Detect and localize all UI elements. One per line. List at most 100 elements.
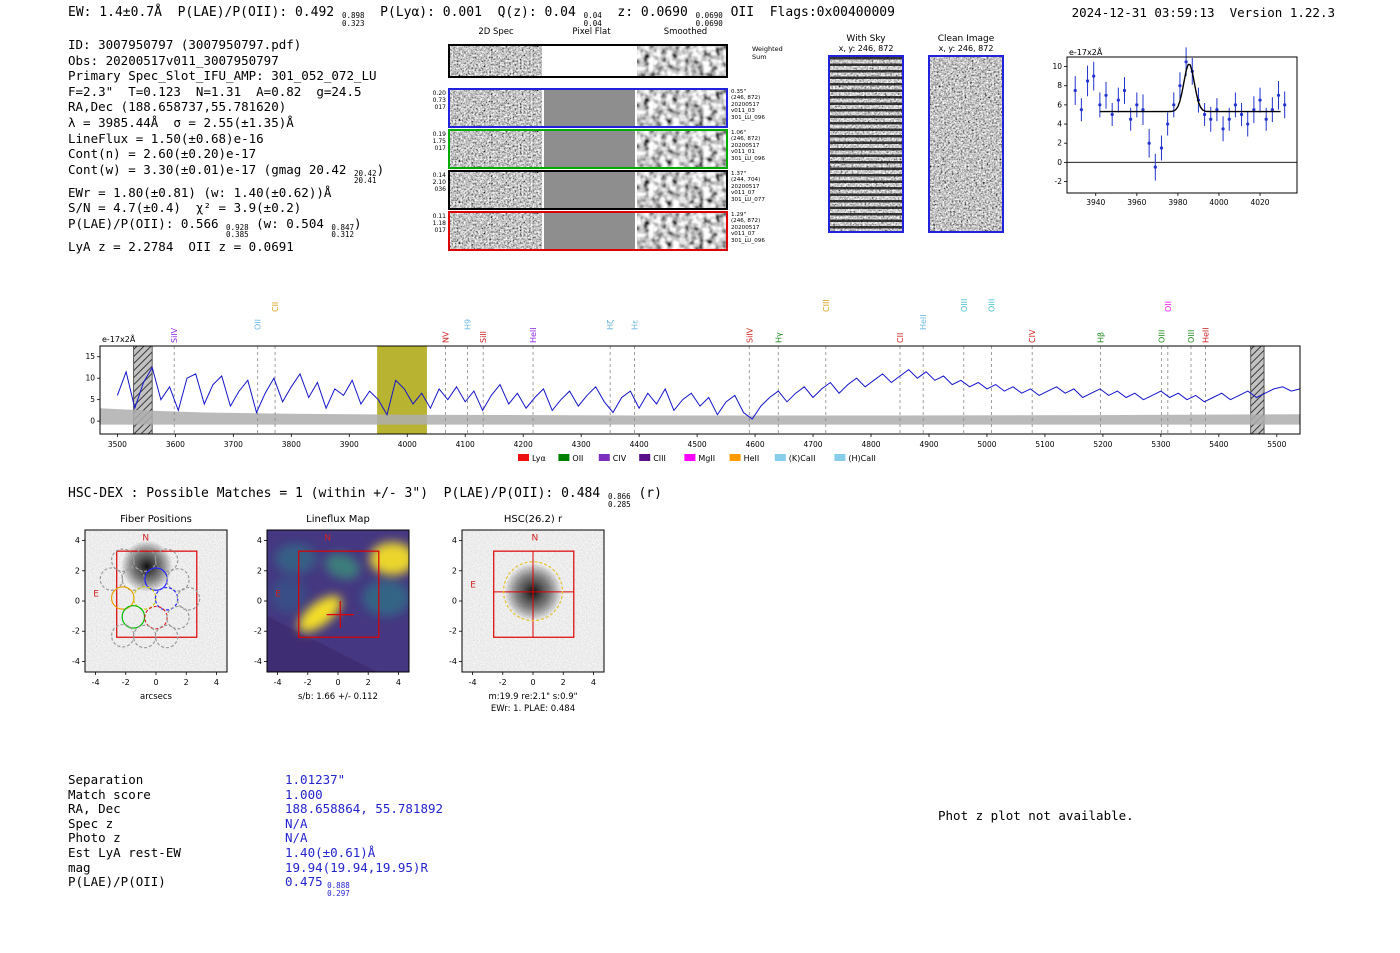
- mini-ytick: -4: [254, 657, 262, 666]
- mini-xtick: 0: [335, 678, 340, 687]
- mini-xtick: -2: [499, 678, 507, 687]
- clean-image-image: [928, 55, 1004, 233]
- compass-e: E: [275, 589, 281, 599]
- strip-images: [448, 129, 728, 169]
- match-value-text: 19.94(19.94,19.95)R: [285, 859, 428, 875]
- info-lo: 0.312: [331, 230, 354, 240]
- with-sky-panel: With Sky x, y: 246, 872: [828, 34, 904, 233]
- legend-swatch: [598, 454, 610, 461]
- fit-xtick: 4020: [1250, 198, 1269, 207]
- strip-left-value: 017: [434, 145, 446, 152]
- strip-left-value: 1.18: [432, 220, 446, 227]
- emission-line-label: SiIV: [745, 327, 754, 343]
- mini-xtick: 0: [153, 678, 158, 687]
- legend-label: OII: [572, 454, 583, 463]
- strip-left-value: 017: [434, 227, 446, 234]
- emission-line-label: CIII: [822, 299, 831, 312]
- fit-datapoint: [1092, 74, 1096, 78]
- with-sky-title: With Sky: [846, 34, 886, 44]
- fit-datapoint: [1178, 84, 1182, 88]
- emission-line-label: CII: [896, 333, 905, 343]
- strip-left-value: 0.20: [432, 90, 446, 97]
- cell-2d-spec: [450, 213, 542, 249]
- fit-ytick: 2: [1057, 139, 1062, 148]
- fit-datapoint: [1116, 98, 1120, 102]
- emission-line-label: OII: [1164, 301, 1173, 312]
- info-text: λ = 3985.44Å σ = 2.55(±1.35)Å: [68, 114, 294, 130]
- fit-xtick: 3980: [1168, 198, 1187, 207]
- cell-pixel-flat: [544, 213, 635, 249]
- mini-xtick: 2: [561, 678, 566, 687]
- info-lo: 0.385: [226, 230, 249, 240]
- strip-left-value: 036: [434, 186, 446, 193]
- info-line-0: ID: 3007950797 (3007950797.pdf): [68, 37, 384, 53]
- photz-unavailable-note: Phot z plot not available.: [938, 808, 1134, 823]
- match-label: RA, Dec: [68, 801, 121, 817]
- strip-left-value: 017: [434, 104, 446, 111]
- info-text: P(LAE)/P(OII): 0.566: [68, 215, 227, 231]
- strip-images: [448, 44, 728, 78]
- header-lo: 0.04: [583, 18, 602, 28]
- legend-label: CIV: [613, 454, 627, 463]
- fit-datapoint: [1221, 127, 1225, 131]
- spec-strip-row-2: 0.19 1.75 017 1.06" (246, 872) 20200517 v011_0…: [429, 129, 772, 169]
- info-text: (w: 0.504: [248, 215, 332, 231]
- match-label: P(LAE)/P(OII): [68, 874, 166, 890]
- mini-xtick: -4: [469, 678, 477, 687]
- info-text: RA,Dec (188.658737,55.781620): [68, 99, 287, 115]
- mini-plot-title: HSC(26.2) r: [504, 514, 563, 525]
- strip-right-annotations: 0.35" (246, 872) 20200517 v011_03 301_LU_096: [728, 88, 772, 128]
- fit-datapoint: [1202, 112, 1207, 117]
- mini-plot-title: Lineflux Map: [306, 514, 370, 525]
- emission-line-label: OIII: [960, 299, 969, 312]
- cell-smoothed: [637, 213, 726, 249]
- mini-plot-content: NE: [462, 530, 604, 672]
- mini-ytick: 0: [257, 597, 262, 606]
- mini-xlabel2: EWr: 1. PLAE: 0.484: [491, 704, 575, 714]
- cell-pixel-flat: [544, 46, 635, 76]
- clean-image-coords: x, y: 246, 872: [938, 44, 994, 53]
- match-label: Separation: [68, 772, 144, 787]
- spectrum-xtick: 5200: [1093, 440, 1112, 449]
- spec-strip-row-4: 0.11 1.18 017 1.29" (246, 872) 20200517 v011_0…: [429, 211, 772, 251]
- fit-datapoint: [1147, 141, 1151, 145]
- fit-datapoint: [1135, 103, 1139, 107]
- emission-line-label: OIII: [1157, 330, 1166, 343]
- detection-info-block: ID: 3007950797 (3007950797.pdf) Obs: 2020…: [68, 37, 384, 255]
- mini-xtick: 4: [591, 678, 596, 687]
- mini-xlabel: s/b: 1.66 +/- 0.112: [298, 692, 378, 702]
- fiber-positions-plot: Fiber PositionsNE-4-4-2-2002244arcsecs: [72, 514, 228, 702]
- strip-left-value: 0.11: [432, 213, 446, 220]
- match-value: 0.475 0.888 0.297: [285, 874, 350, 897]
- emission-line-label: SiIV: [170, 327, 179, 343]
- fit-ytick: 6: [1057, 100, 1062, 109]
- header-text: OII Flags:0x00400009: [722, 5, 895, 20]
- emission-line-label: CII: [271, 302, 280, 312]
- mini-ytick: 4: [452, 536, 457, 545]
- mini-xtick: 2: [184, 678, 189, 687]
- compass-n: N: [324, 534, 331, 544]
- header-bounds: 0.0690 0.0690: [696, 12, 723, 27]
- fit-datapoint: [1276, 93, 1281, 97]
- match-value: N/A: [285, 816, 308, 831]
- emission-line-label: Hγ: [774, 332, 783, 343]
- info-text: F=2.3" T=0.123 N=1.31 A=0.82 g=24.5: [68, 83, 362, 99]
- spectrum-ylabel-note: e-17x2Å: [102, 333, 136, 344]
- spectrum-xtick: 5000: [977, 440, 996, 449]
- strip-right-annotations: 1.29" (246, 872) 20200517 v011_07 301_LU_096: [728, 211, 772, 251]
- legend-label: Lyα: [532, 454, 546, 463]
- fit-datapoint: [1184, 60, 1188, 64]
- mini-ytick: 0: [452, 597, 457, 606]
- legend-label: MgII: [698, 454, 715, 463]
- match-value-text: N/A: [285, 815, 308, 831]
- strip-annotation: 301_LU_096: [731, 237, 765, 244]
- match-value-text: 1.01237": [285, 772, 346, 787]
- report-header-stats: EW: 1.4±0.7Å P(LAE)/P(OII): 0.492 0.898 0…: [68, 5, 895, 27]
- match-label: Photo z: [68, 830, 121, 846]
- hsc-lo: 0.285: [608, 499, 631, 509]
- cell-smoothed: [637, 46, 726, 76]
- match-value: 1.000: [285, 787, 323, 802]
- strip-annotation: 301_LU_077: [731, 196, 765, 203]
- fit-datapoint: [1209, 117, 1213, 121]
- spectrum-xtick: 4700: [803, 440, 822, 449]
